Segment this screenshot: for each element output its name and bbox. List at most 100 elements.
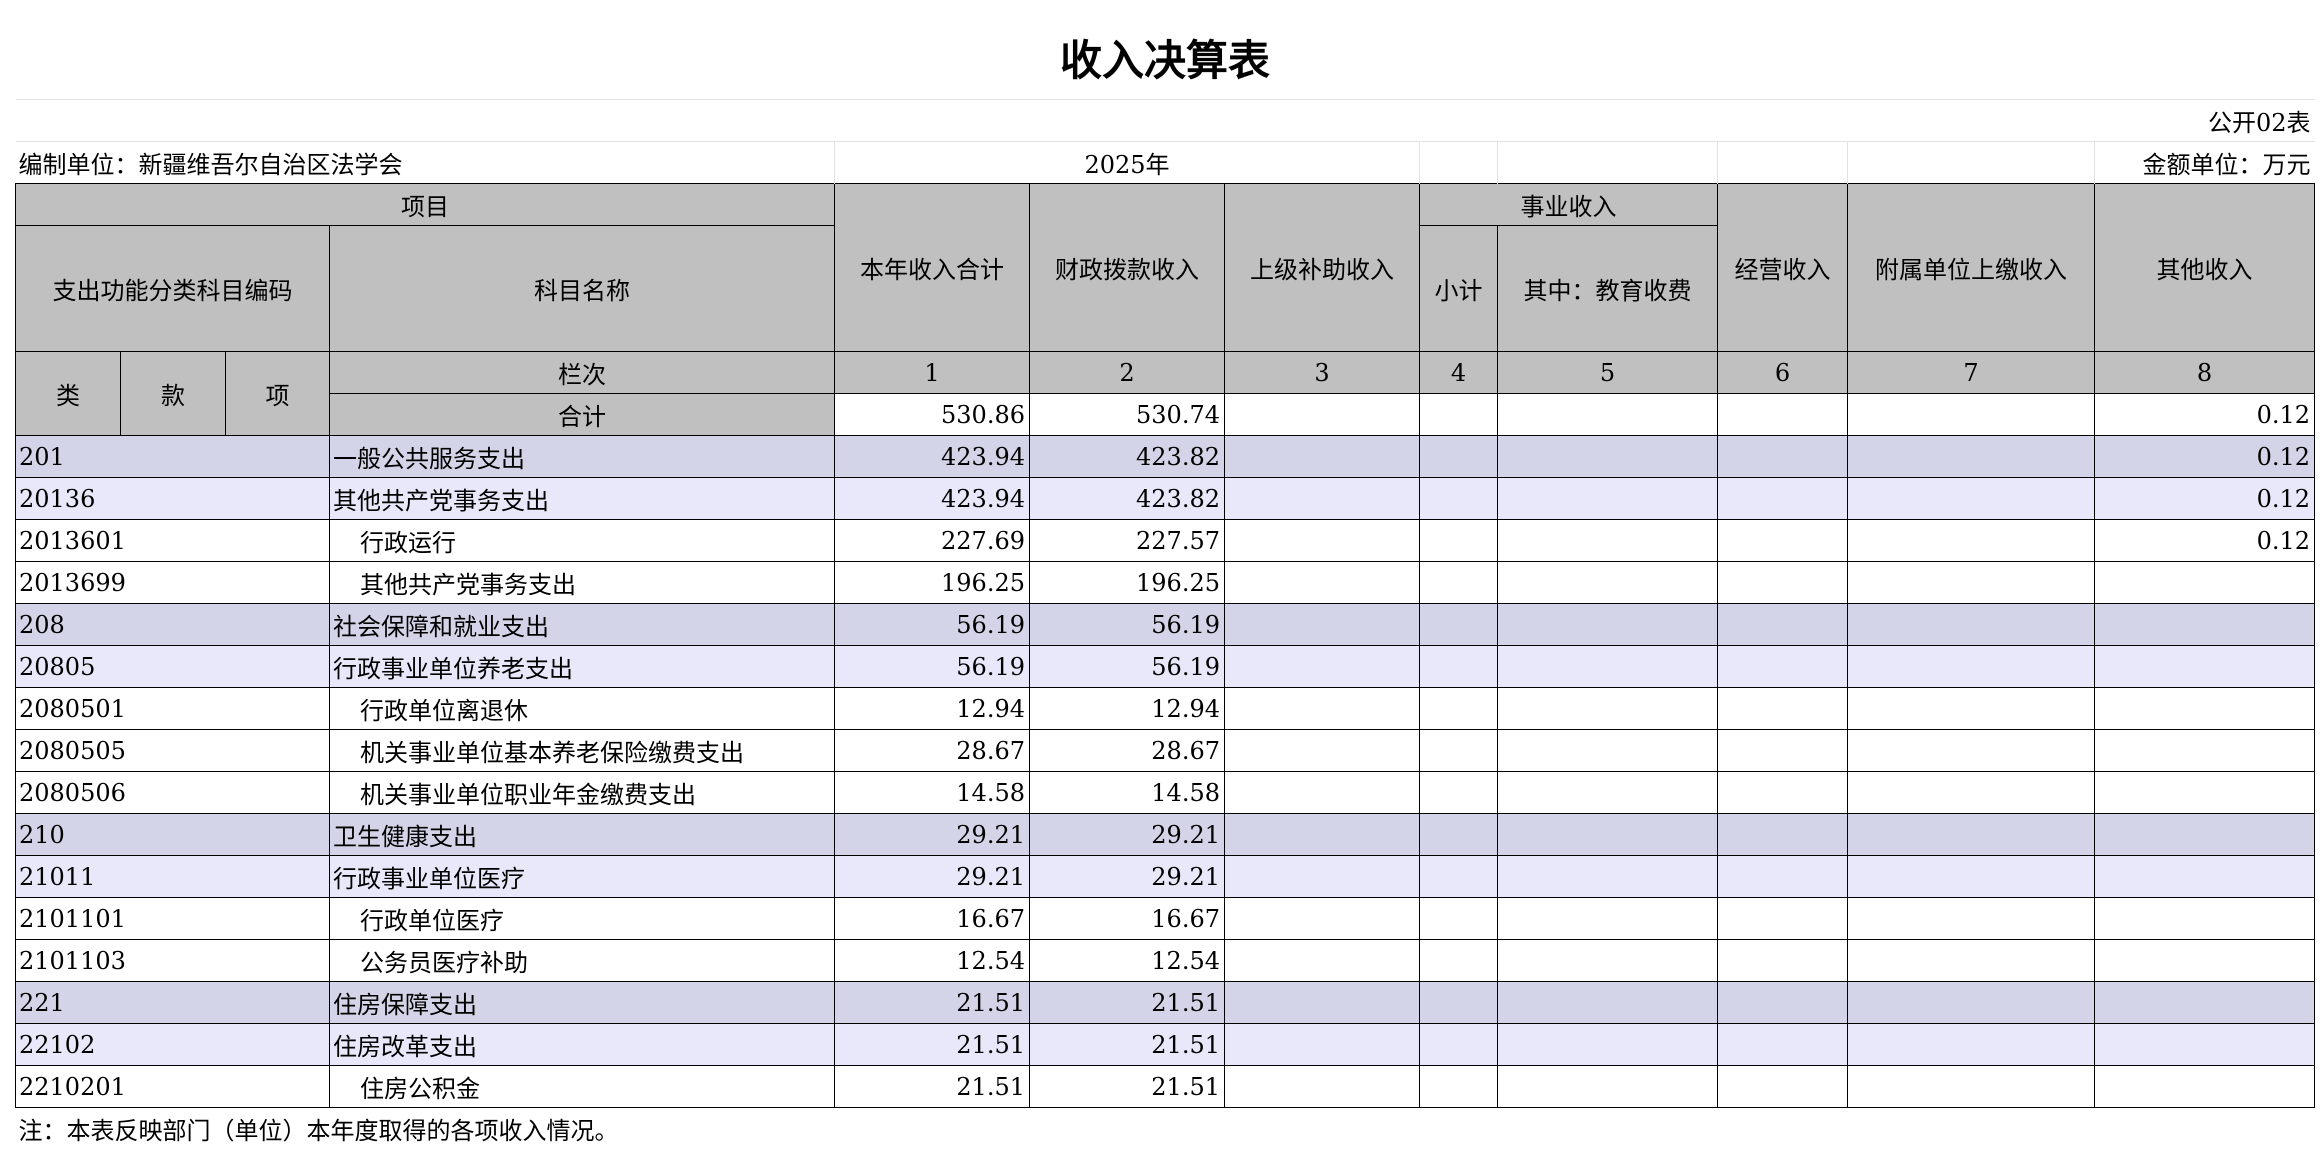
other-income-cell [2094,813,2315,856]
subject-code: 2080501 [15,687,330,730]
blank-cell [1497,141,1718,184]
other-income-cell [2094,687,2315,730]
empty-cell [1224,519,1420,562]
fiscal-income-cell: 56.19 [1029,603,1225,646]
empty-cell [1497,897,1718,940]
empty-cell [1847,519,2095,562]
table-row: 208 社会保障和就业支出 56.19 56.19 [15,603,2315,646]
subject-name: 行政单位离退休 [329,687,835,730]
empty-cell [1224,561,1420,604]
empty-cell [1497,603,1718,646]
empty-cell [1717,1065,1848,1108]
other-income-cell [2094,645,2315,688]
fiscal-income-cell: 21.51 [1029,1023,1225,1066]
fiscal-income-cell: 423.82 [1029,477,1225,520]
empty-cell [1847,435,2095,478]
empty-cell [1419,729,1498,772]
table-row: 2101101 行政单位医疗 16.67 16.67 [15,897,2315,940]
empty-cell [1847,603,2095,646]
empty-cell [1419,855,1498,898]
fiscal-income-cell: 28.67 [1029,729,1225,772]
total-income-value: 530.86 [834,393,1030,436]
blank-cell [1847,141,2095,184]
other-income-cell [2094,1023,2315,1066]
fiscal-income-cell: 196.25 [1029,561,1225,604]
table-row: 2013601 行政运行 227.69 227.57 0.12 [15,519,2315,562]
column-number: 1 [834,351,1030,394]
subject-name: 行政运行 [329,519,835,562]
header-other-income: 其他收入 [2094,183,2315,352]
table-row: 2210201 住房公积金 21.51 21.51 [15,1065,2315,1108]
empty-cell [1419,519,1498,562]
empty-cell [1419,981,1498,1024]
empty-cell [1847,897,2095,940]
table-row: 21011 行政事业单位医疗 29.21 29.21 [15,855,2315,898]
total-label: 合计 [329,393,835,436]
fiscal-income-cell: 21.51 [1029,1065,1225,1108]
header-operating-income: 经营收入 [1717,183,1848,352]
report-year: 2025年 [834,141,1420,184]
empty-cell [1419,939,1498,982]
table-row: 22102 住房改革支出 21.51 21.51 [15,1023,2315,1066]
fiscal-income-cell: 423.82 [1029,435,1225,478]
subject-code: 2013601 [15,519,330,562]
subject-name: 住房保障支出 [329,981,835,1024]
empty-cell [1224,393,1420,436]
empty-cell [1497,939,1718,982]
empty-cell [1497,435,1718,478]
subject-code: 2101101 [15,897,330,940]
subject-code: 2013699 [15,561,330,604]
other-income-cell [2094,939,2315,982]
total-income-cell: 16.67 [834,897,1030,940]
fiscal-income-cell: 56.19 [1029,645,1225,688]
empty-cell [1224,1065,1420,1108]
subject-name: 一般公共服务支出 [329,435,835,478]
fiscal-income-cell: 29.21 [1029,813,1225,856]
empty-cell [1847,981,2095,1024]
fiscal-income-cell: 21.51 [1029,981,1225,1024]
header-subtotal: 小计 [1419,225,1498,352]
table-row: 2080501 行政单位离退休 12.94 12.94 [15,687,2315,730]
fiscal-income-cell: 14.58 [1029,771,1225,814]
subject-code: 221 [15,981,330,1024]
empty-cell [1847,393,2095,436]
empty-cell [1847,771,2095,814]
table-row: 20136 其他共产党事务支出 423.94 423.82 0.12 [15,477,2315,520]
empty-cell [1419,1065,1498,1108]
blank-cell [1717,141,1848,184]
header-total-income: 本年收入合计 [834,183,1030,352]
total-income-cell: 21.51 [834,1065,1030,1108]
empty-cell [1419,561,1498,604]
other-income-cell [2094,855,2315,898]
empty-cell [1717,519,1848,562]
subject-code: 210 [15,813,330,856]
subject-code: 20805 [15,645,330,688]
header-business-income: 事业收入 [1419,183,1718,226]
empty-cell [1847,729,2095,772]
fiscal-income-cell: 29.21 [1029,855,1225,898]
column-number: 6 [1717,351,1848,394]
other-income-cell [2094,897,2315,940]
total-income-cell: 21.51 [834,981,1030,1024]
empty-cell [1497,981,1718,1024]
other-income-cell: 0.12 [2094,519,2315,562]
table-row: 2101103 公务员医疗补助 12.54 12.54 [15,939,2315,982]
column-number: 4 [1419,351,1498,394]
empty-cell [1497,1023,1718,1066]
header-function-code: 支出功能分类科目编码 [15,225,330,352]
header-superior-subsidy: 上级补助收入 [1224,183,1420,352]
empty-cell [1224,813,1420,856]
subject-code: 2080505 [15,729,330,772]
empty-cell [1717,1023,1848,1066]
subject-name: 公务员医疗补助 [329,939,835,982]
header-fiscal-income: 财政拨款收入 [1029,183,1225,352]
empty-cell [1717,645,1848,688]
total-income-cell: 14.58 [834,771,1030,814]
subject-name: 机关事业单位基本养老保险缴费支出 [329,729,835,772]
empty-cell [1419,687,1498,730]
table-row: 20805 行政事业单位养老支出 56.19 56.19 [15,645,2315,688]
other-income-cell [2094,561,2315,604]
empty-cell [1717,981,1848,1024]
empty-cell [1224,687,1420,730]
empty-cell [1717,855,1848,898]
